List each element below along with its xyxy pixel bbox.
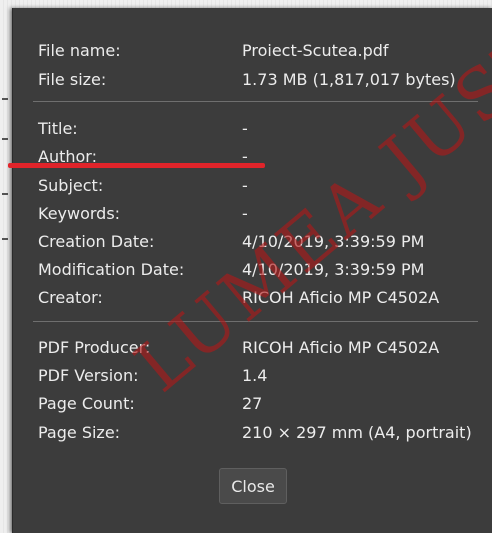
page-size-value: 210 × 297 mm (A4, portrait) — [242, 423, 472, 442]
file-size-row: File size: 1.73 MB (1,817,017 bytes) — [13, 68, 492, 92]
file-size-value: 1.73 MB (1,817,017 bytes) — [242, 70, 456, 89]
close-button[interactable]: Close — [219, 468, 287, 504]
pdf-version-value: 1.4 — [242, 366, 268, 385]
page-count-row: Page Count: 27 — [13, 392, 492, 416]
pdf-version-row: PDF Version: 1.4 — [13, 364, 492, 388]
author-highlight-underline — [8, 163, 265, 168]
background-marks — [0, 98, 10, 248]
creation-date-label: Creation Date: — [38, 232, 155, 251]
creator-label: Creator: — [38, 288, 103, 307]
subject-value: - — [242, 176, 248, 195]
pdf-producer-value: RICOH Aficio MP C4502A — [242, 338, 440, 357]
file-name-value: Proiect-Scutea.pdf — [242, 41, 389, 60]
title-value: - — [242, 119, 248, 138]
pdf-version-label: PDF Version: — [38, 366, 139, 385]
keywords-row: Keywords: - — [13, 202, 492, 226]
page-size-label: Page Size: — [38, 423, 121, 442]
keywords-value: - — [242, 204, 248, 223]
subject-label: Subject: — [38, 176, 104, 195]
page-count-label: Page Count: — [38, 394, 135, 413]
page-count-value: 27 — [242, 394, 263, 413]
keywords-label: Keywords: — [38, 204, 121, 223]
modification-date-label: Modification Date: — [38, 260, 185, 279]
page-size-row: Page Size: 210 × 297 mm (A4, portrait) — [13, 421, 492, 445]
title-label: Title: — [38, 119, 78, 138]
file-name-label: File name: — [38, 41, 121, 60]
file-name-row: File name: Proiect-Scutea.pdf — [13, 39, 492, 63]
file-size-label: File size: — [38, 70, 107, 89]
